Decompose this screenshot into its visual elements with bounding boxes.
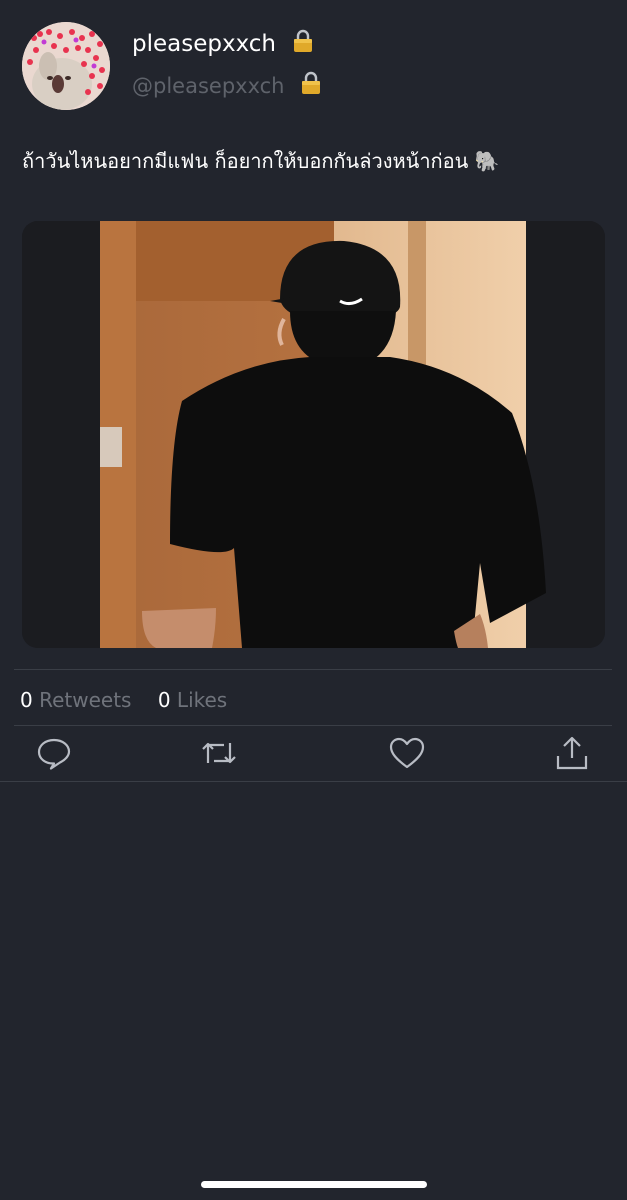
handle-text: @pleasepxxch [132, 74, 285, 98]
likes-count: 0 [157, 688, 171, 712]
handle[interactable]: @pleasepxxch [132, 71, 321, 103]
tweet-detail-screen: pleasepxxch @pleasepxxch ถ้าวันไหนอยากมี… [0, 0, 627, 1200]
divider-top [14, 669, 612, 670]
display-name-text: pleasepxxch [132, 31, 277, 57]
avatar[interactable] [22, 22, 110, 110]
retweets-count: 0 [20, 688, 33, 712]
divider-bottom [0, 781, 627, 782]
reply-icon [37, 738, 71, 770]
divider-middle [14, 725, 612, 726]
share-button[interactable] [552, 733, 592, 773]
cat-hearts-avatar-image [22, 22, 110, 110]
retweets-label: Retweets [39, 688, 132, 712]
likes-label: Likes [176, 688, 228, 712]
home-indicator[interactable] [201, 1181, 427, 1188]
retweet-icon [202, 742, 236, 764]
retweet-button[interactable] [199, 733, 239, 773]
likes-stat[interactable]: 0 Likes [158, 688, 227, 712]
tweet-text: ถ้าวันไหนอยากมีแฟน ก็อยากให้บอกกันล่วงหน… [22, 149, 500, 173]
like-button[interactable] [387, 733, 427, 773]
tweet-photo[interactable] [22, 221, 605, 648]
retweets-stat[interactable]: 0 Retweets [20, 688, 138, 712]
photo-person-in-black-shirt [22, 221, 605, 648]
reply-button[interactable] [34, 733, 74, 773]
tweet-stats: 0 Retweets 0 Likes [20, 686, 247, 714]
heart-icon [389, 737, 425, 769]
display-name[interactable]: pleasepxxch [132, 28, 313, 62]
lock-icon [301, 71, 321, 103]
lock-icon [293, 29, 313, 62]
share-icon [556, 736, 588, 770]
